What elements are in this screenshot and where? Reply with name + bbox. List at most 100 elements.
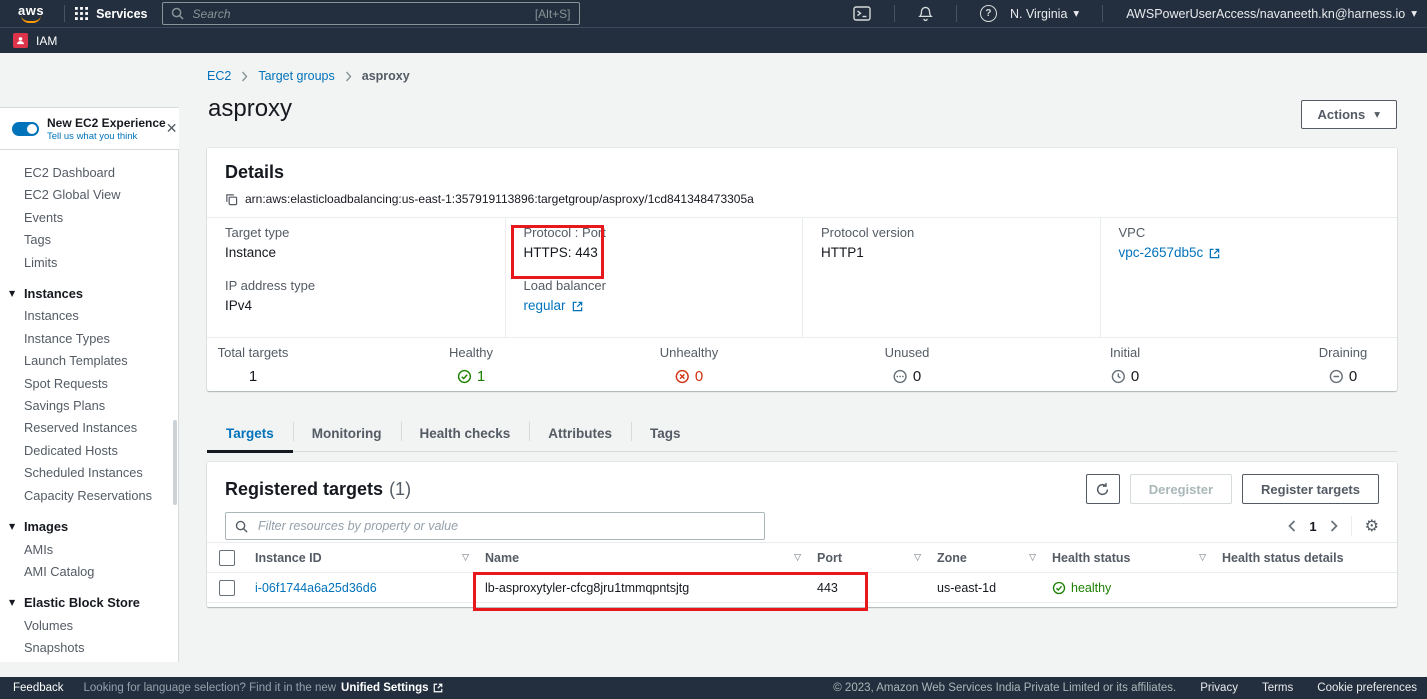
sidebar-item-scheduled-instances[interactable]: Scheduled Instances [0,462,178,484]
new-experience-feedback-link[interactable]: Tell us what you think [47,131,166,142]
account-menu[interactable]: AWSPowerUserAccess/navaneeth.kn@harness.… [1126,7,1417,21]
sidebar-item-snapshots[interactable]: Snapshots [0,637,178,659]
health-summary: Total targets 1 Healthy 1 Unhealthy 0 Un… [207,338,1397,399]
tab-attributes[interactable]: Attributes [529,415,631,451]
sidebar-item-dedicated-hosts[interactable]: Dedicated Hosts [0,440,178,462]
feedback-link[interactable]: Feedback [13,682,64,694]
tab-health-checks[interactable]: Health checks [401,415,530,451]
chevron-down-icon: ▼ [1411,10,1417,18]
details-grid: Target type Instance IP address type IPv… [207,218,1397,338]
sidebar-item-events[interactable]: Events [0,207,178,229]
chevron-down-icon: ▼ [1374,111,1380,119]
sidebar-section-instances[interactable]: ▼ Instances [0,283,178,305]
tab-bar: Targets Monitoring Health checks Attribu… [207,415,1397,452]
target-type-label: Target type [225,225,487,240]
sidebar-item-instance-types[interactable]: Instance Types [0,328,178,350]
actions-button[interactable]: Actions ▼ [1301,100,1397,129]
sort-icon[interactable]: ▽ [1029,553,1036,563]
grid-icon [75,7,88,20]
tab-monitoring[interactable]: Monitoring [293,415,401,451]
breadcrumb-ec2[interactable]: EC2 [207,69,231,83]
sidebar-item-instances[interactable]: Instances [0,305,178,327]
sidebar-item-ami-catalog[interactable]: AMI Catalog [0,561,178,583]
sidebar-scrollbar[interactable] [173,420,177,505]
copy-icon[interactable] [225,193,238,206]
gear-icon[interactable]: ⚙ [1365,518,1379,534]
notifications-bell-icon[interactable] [918,6,933,22]
register-targets-button[interactable]: Register targets [1242,474,1379,504]
stat-draining: Draining 0 [1319,345,1367,385]
sidebar-item-ec2-global-view[interactable]: EC2 Global View [0,184,178,206]
clock-circle-icon [1111,369,1126,384]
sidebar-item-capacity-reservations[interactable]: Capacity Reservations [0,485,178,507]
sort-icon[interactable]: ▽ [462,553,469,563]
sidebar-item-spot-requests[interactable]: Spot Requests [0,373,178,395]
new-experience-title: New EC2 Experience [47,116,166,130]
registered-targets-count: (1) [389,479,411,500]
unified-settings-link[interactable]: Unified Settings [341,682,443,694]
sidebar-item-savings-plans[interactable]: Savings Plans [0,395,178,417]
column-name: Name [485,551,519,565]
cloudshell-icon[interactable] [853,6,871,21]
sort-icon[interactable]: ▽ [794,553,801,563]
global-search[interactable]: [Alt+S] [162,2,580,25]
search-input[interactable] [191,6,528,22]
filter-input[interactable] [256,518,755,534]
sidebar-section-images[interactable]: ▼ Images [0,516,178,538]
details-heading: Details [225,162,1379,183]
select-all-checkbox[interactable] [219,550,235,566]
search-shortcut: [Alt+S] [535,7,571,21]
iam-service-icon[interactable] [13,33,28,48]
column-zone: Zone [937,551,967,565]
language-notice: Looking for language selection? Find it … [84,682,443,694]
stat-total-targets: Total targets 1 [218,345,289,385]
sidebar-item-amis[interactable]: AMIs [0,539,178,561]
sort-icon[interactable]: ▽ [1199,553,1206,563]
target-type-value: Instance [225,245,487,261]
column-health-status-details: Health status details [1222,551,1344,565]
chevron-left-icon[interactable] [1288,520,1296,532]
sidebar-item-tags[interactable]: Tags [0,229,178,251]
help-icon[interactable]: ? [980,5,997,22]
close-icon[interactable]: ✕ [166,121,178,137]
favorite-iam-link[interactable]: IAM [36,34,57,48]
protocol-version-value: HTTP1 [821,245,1082,261]
page-title: asproxy [208,95,292,123]
privacy-link[interactable]: Privacy [1200,682,1238,694]
tab-tags[interactable]: Tags [631,415,700,451]
breadcrumb-target-groups[interactable]: Target groups [258,69,334,83]
vpc-link[interactable]: vpc-2657db5c [1119,245,1221,261]
stat-unhealthy: Unhealthy 0 [660,345,719,385]
new-experience-toggle[interactable] [12,122,39,136]
stat-initial: Initial 0 [1110,345,1140,385]
tab-targets[interactable]: Targets [207,415,293,451]
instance-id-link[interactable]: i-06f1744a6a25d36d6 [255,581,377,595]
page-number[interactable]: 1 [1309,519,1316,534]
sidebar-item-limits[interactable]: Limits [0,252,178,274]
sidebar-item-volumes[interactable]: Volumes [0,615,178,637]
terms-link[interactable]: Terms [1262,682,1293,694]
deregister-button[interactable]: Deregister [1130,474,1232,504]
search-icon [235,520,248,533]
minus-circle-icon [1329,369,1344,384]
services-menu-button[interactable]: Services [75,7,147,21]
refresh-button[interactable] [1086,474,1120,504]
chevron-right-icon[interactable] [1330,520,1338,532]
sort-icon[interactable]: ▽ [914,553,921,563]
sidebar-item-ec2-dashboard[interactable]: EC2 Dashboard [0,162,178,184]
sidebar-item-reserved-instances[interactable]: Reserved Instances [0,417,178,439]
caret-down-icon: ▼ [9,592,15,614]
aws-logo[interactable]: aws [18,5,44,23]
row-checkbox[interactable] [219,580,235,596]
sidebar-item-launch-templates[interactable]: Launch Templates [0,350,178,372]
cookie-preferences-link[interactable]: Cookie preferences [1317,682,1417,694]
favorites-bar: IAM [0,27,1427,53]
external-link-icon [572,301,583,312]
sidebar-section-elastic-block-store[interactable]: ▼ Elastic Block Store [0,592,178,614]
load-balancer-link[interactable]: regular [524,298,583,314]
caret-down-icon: ▼ [9,516,15,538]
breadcrumb: EC2 Target groups asproxy [207,69,410,83]
region-selector[interactable]: N. Virginia ▼ [1010,7,1079,21]
filter-box[interactable] [225,512,765,540]
divider [894,5,895,22]
